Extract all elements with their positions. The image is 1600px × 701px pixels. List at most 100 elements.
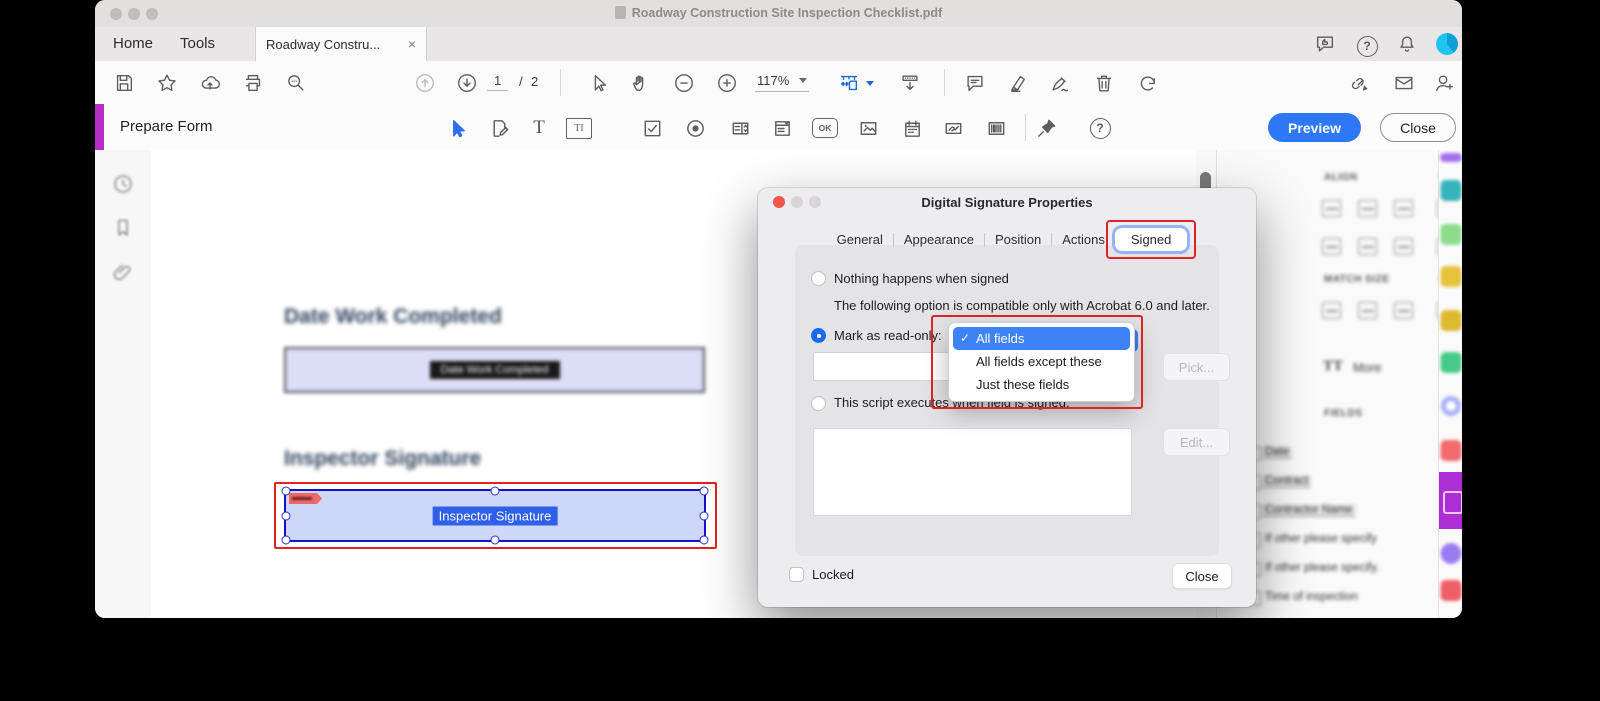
page-number-input[interactable]: 1 (487, 73, 508, 91)
highlighter-icon[interactable] (1007, 71, 1031, 95)
fit-width-icon[interactable] (837, 71, 861, 95)
zoom-in-icon[interactable] (715, 71, 739, 95)
attachments-icon[interactable] (111, 260, 135, 284)
match-both-icon[interactable] (1394, 302, 1413, 319)
resize-handle[interactable] (700, 511, 709, 520)
trash-icon[interactable] (1092, 71, 1116, 95)
align-bottom-icon[interactable] (1394, 238, 1413, 255)
tool-rail-partial-icon[interactable] (1440, 153, 1462, 162)
sign-pen-icon[interactable] (1048, 71, 1072, 95)
resize-handle[interactable] (700, 487, 709, 496)
tab-close-icon[interactable]: × (408, 36, 416, 52)
pf-button-field-icon[interactable]: OK (812, 115, 838, 141)
app-tab-bar: Home Tools Roadway Constru... × ? (95, 27, 1462, 61)
next-page-icon[interactable] (455, 71, 479, 95)
search-icon[interactable] (284, 71, 308, 95)
resize-handle[interactable] (491, 487, 500, 496)
cloud-upload-icon[interactable] (198, 71, 222, 95)
previous-page-icon[interactable] (413, 71, 437, 95)
pick-button[interactable]: Pick... (1163, 353, 1230, 381)
dialog-tab-actions[interactable]: Actions (1052, 228, 1115, 251)
resize-handle[interactable] (282, 536, 291, 545)
zoom-out-icon[interactable] (672, 71, 696, 95)
resize-handle[interactable] (491, 536, 500, 545)
fit-width-caret-icon[interactable] (866, 81, 874, 86)
menu-option-all-except[interactable]: All fields except these (953, 350, 1130, 373)
pf-checkbox-field-icon[interactable] (639, 115, 665, 141)
pf-close-button[interactable]: Close (1380, 113, 1456, 142)
menu-option-all-fields[interactable]: ✓ All fields (953, 327, 1130, 350)
combine-files-tool-icon[interactable] (1441, 310, 1462, 331)
pf-dropdown-field-icon[interactable] (727, 115, 753, 141)
help-icon[interactable]: ? (1355, 34, 1379, 58)
redo-icon[interactable] (1136, 71, 1160, 95)
page-thumbnails-icon[interactable] (111, 172, 135, 196)
bookmarks-icon[interactable] (111, 216, 135, 240)
notifications-bell-icon[interactable] (1395, 32, 1419, 56)
feedback-icon[interactable] (1313, 32, 1337, 56)
tab-document[interactable]: Roadway Constru... × (255, 27, 427, 61)
resize-handle[interactable] (282, 511, 291, 520)
pf-radio-field-icon[interactable] (682, 115, 708, 141)
preview-button[interactable]: Preview (1268, 113, 1361, 142)
dialog-close-button[interactable]: Close (1172, 563, 1232, 589)
script-textarea[interactable] (813, 428, 1132, 516)
pf-edit-page-icon[interactable] (486, 115, 512, 141)
edit-button[interactable]: Edit... (1163, 428, 1230, 456)
align-left-icon[interactable] (1322, 200, 1341, 217)
align-top-icon[interactable] (1322, 238, 1341, 255)
dialog-tab-position[interactable]: Position (985, 228, 1051, 251)
align-middle-icon[interactable] (1358, 238, 1377, 255)
inspector-signature-field[interactable]: Inspector Signature (284, 489, 706, 542)
print-icon[interactable] (241, 71, 265, 95)
protect-tool-icon[interactable] (1441, 580, 1462, 601)
radio-nothing-happens[interactable] (811, 271, 826, 286)
dialog-tab-appearance[interactable]: Appearance (894, 228, 984, 251)
resize-handle[interactable] (282, 487, 291, 496)
pf-image-field-icon[interactable] (855, 115, 881, 141)
align-center-icon[interactable] (1358, 200, 1377, 217)
share-link-icon[interactable] (1348, 71, 1372, 95)
fill-sign-tool-icon[interactable] (1441, 543, 1462, 564)
pf-add-text-icon[interactable]: T (526, 115, 552, 141)
pf-select-tool-icon[interactable] (444, 115, 470, 141)
menu-option-just-these[interactable]: Just these fields (953, 373, 1130, 396)
tab-home[interactable]: Home (113, 35, 153, 52)
match-height-icon[interactable] (1358, 302, 1377, 319)
locked-checkbox[interactable] (789, 567, 804, 582)
select-tool-icon[interactable] (587, 71, 611, 95)
edit-pdf-tool-icon[interactable] (1441, 224, 1462, 245)
toolbar-collapse-icon[interactable] (898, 71, 922, 95)
compress-tool-icon[interactable] (1441, 396, 1461, 416)
comment-icon[interactable] (963, 71, 987, 95)
align-right-icon[interactable] (1394, 200, 1413, 217)
add-user-icon[interactable] (1432, 71, 1456, 95)
pf-help-icon[interactable]: ? (1087, 115, 1113, 141)
tab-tools[interactable]: Tools (180, 35, 215, 52)
organize-pages-tool-icon[interactable] (1441, 352, 1462, 373)
dialog-tab-signed[interactable]: Signed (1115, 228, 1187, 251)
pf-barcode-field-icon[interactable] (983, 115, 1009, 141)
radio-script-executes[interactable] (811, 396, 826, 411)
dialog-tab-general[interactable]: General (827, 228, 893, 251)
pf-signature-field-icon[interactable] (940, 115, 966, 141)
pf-listbox-field-icon[interactable] (769, 115, 795, 141)
create-pdf-tool-icon[interactable] (1441, 266, 1462, 287)
star-favorite-icon[interactable] (155, 71, 179, 95)
pf-date-field-icon[interactable] (899, 115, 925, 141)
user-avatar[interactable] (1436, 33, 1458, 55)
pf-text-field-icon[interactable]: TI (566, 115, 592, 141)
match-width-icon[interactable] (1322, 302, 1341, 319)
email-icon[interactable] (1392, 71, 1416, 95)
pf-pin-icon[interactable] (1033, 115, 1059, 141)
zoom-level-dropdown[interactable]: 117% (755, 73, 809, 92)
redact-tool-icon[interactable] (1441, 440, 1462, 461)
hand-tool-icon[interactable] (629, 71, 653, 95)
more-label[interactable]: More (1353, 361, 1381, 375)
prepare-form-tool-active[interactable] (1439, 472, 1462, 529)
save-icon[interactable] (112, 71, 136, 95)
radio-mark-read-only[interactable] (811, 328, 826, 343)
date-work-completed-field[interactable]: Date Work Completed (284, 347, 705, 393)
export-pdf-tool-icon[interactable] (1441, 180, 1462, 201)
resize-handle[interactable] (700, 536, 709, 545)
